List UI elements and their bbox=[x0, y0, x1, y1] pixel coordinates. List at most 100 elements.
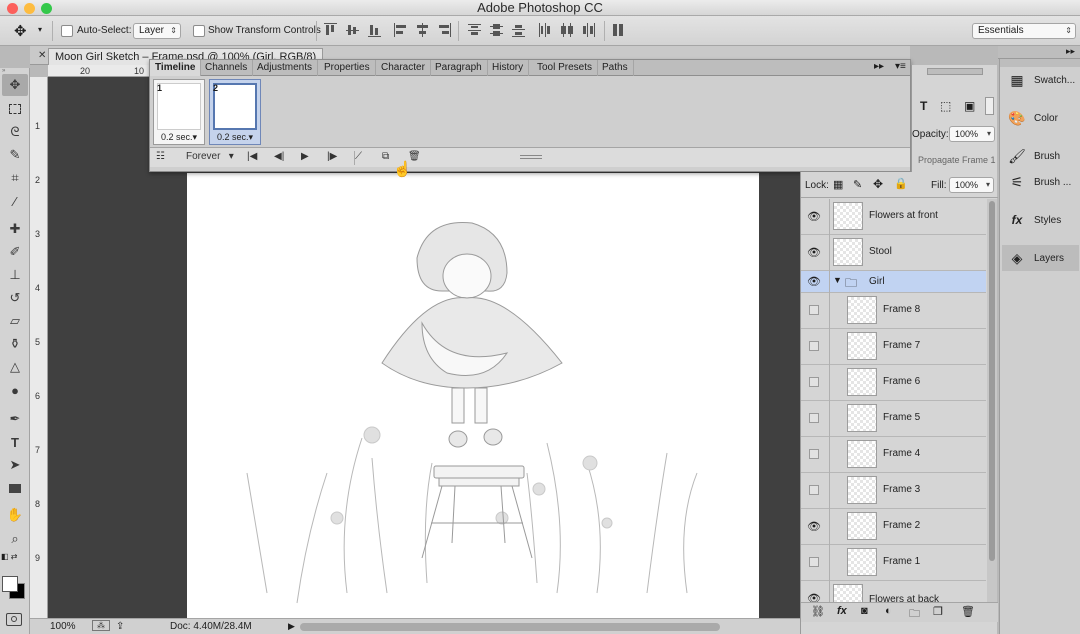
visibility-toggle[interactable] bbox=[809, 305, 819, 315]
next-frame-button[interactable]: |▶ bbox=[327, 151, 337, 162]
history-brush-tool-icon[interactable]: ↺ bbox=[2, 287, 28, 309]
tool-preset-dropdown[interactable]: ▾ bbox=[38, 25, 42, 34]
dock-swatches[interactable]: ▦ Swatch... bbox=[1002, 67, 1079, 93]
lock-transparent-pixels-icon[interactable]: ▦ bbox=[833, 178, 843, 191]
distribute-right-icon[interactable] bbox=[582, 23, 595, 37]
tab-properties[interactable]: Properties bbox=[319, 60, 376, 76]
distribute-horizontal-centers-icon[interactable] bbox=[560, 23, 573, 37]
minimize-window-button[interactable] bbox=[24, 3, 35, 14]
panel-menu-icon[interactable]: ▾≡ bbox=[895, 61, 906, 72]
propagate-frame-label[interactable]: Propagate Frame 1 bbox=[918, 155, 996, 165]
group-expand-icon[interactable]: ▼ bbox=[833, 275, 842, 285]
distribute-bottom-icon[interactable] bbox=[512, 23, 525, 37]
panel-collapse-icon[interactable]: ▸▸ bbox=[874, 61, 884, 72]
blur-tool-icon[interactable]: △ bbox=[2, 356, 28, 378]
adjustment-layer-icon[interactable]: ◐ bbox=[885, 605, 892, 617]
visibility-toggle[interactable] bbox=[809, 341, 819, 351]
lock-image-pixels-icon[interactable]: ✎ bbox=[853, 178, 862, 191]
lock-position-icon[interactable]: ✥ bbox=[873, 177, 883, 191]
align-top-edges-icon[interactable] bbox=[324, 23, 337, 37]
cloud-icon[interactable]: ⁂ bbox=[92, 620, 110, 631]
tab-paragraph[interactable]: Paragraph bbox=[430, 60, 488, 76]
new-group-icon[interactable]: 🗀 bbox=[909, 605, 920, 624]
visibility-toggle[interactable] bbox=[809, 377, 819, 387]
visibility-eye-icon[interactable]: 👁 bbox=[807, 520, 821, 533]
align-vertical-centers-icon[interactable] bbox=[346, 23, 359, 37]
dodge-tool-icon[interactable]: ● bbox=[2, 379, 28, 401]
visibility-toggle[interactable] bbox=[809, 413, 819, 423]
quick-mask-icon[interactable] bbox=[6, 613, 22, 626]
document-canvas[interactable] bbox=[187, 173, 759, 618]
visibility-toggle[interactable] bbox=[809, 557, 819, 567]
workspace-select[interactable]: Essentials ⇕ bbox=[972, 23, 1076, 39]
auto-select-target-select[interactable]: Layer ⇕ bbox=[133, 23, 181, 39]
visibility-eye-icon[interactable]: 👁 bbox=[807, 246, 821, 259]
foreground-color-swatch[interactable] bbox=[2, 576, 18, 592]
loop-options-select[interactable]: Forever ▾ bbox=[186, 151, 234, 162]
align-bottom-edges-icon[interactable] bbox=[368, 23, 381, 37]
auto-select-checkbox[interactable] bbox=[61, 25, 73, 37]
filter-shape-icon[interactable]: ⬚ bbox=[940, 99, 951, 113]
auto-align-layers-icon[interactable] bbox=[612, 23, 625, 37]
show-transform-controls-checkbox[interactable] bbox=[193, 25, 205, 37]
play-button[interactable]: ▶ bbox=[301, 151, 309, 162]
tab-adjustments[interactable]: Adjustments bbox=[252, 60, 319, 76]
export-icon[interactable]: ⇪ bbox=[116, 619, 124, 634]
dock-brush-presets[interactable]: ⚟ Brush ... bbox=[1002, 169, 1079, 195]
tab-channels[interactable]: Channels bbox=[200, 60, 254, 76]
layer-style-fx-icon[interactable]: fx bbox=[837, 605, 847, 617]
brush-tool-icon[interactable]: ✐ bbox=[2, 241, 28, 263]
frame-delay[interactable]: 0.2 sec.▾ bbox=[154, 132, 204, 143]
distribute-top-icon[interactable] bbox=[468, 23, 481, 37]
zoom-window-button[interactable] bbox=[41, 3, 52, 14]
distribute-left-icon[interactable] bbox=[538, 23, 551, 37]
delete-layer-icon[interactable]: 🗑 bbox=[961, 605, 975, 618]
duplicate-frame-icon[interactable]: ⧉ bbox=[382, 151, 389, 162]
eraser-tool-icon[interactable]: ▱ bbox=[2, 310, 28, 332]
tab-paths[interactable]: Paths bbox=[597, 60, 634, 76]
tab-tool-presets[interactable]: Tool Presets bbox=[532, 60, 599, 76]
dock-styles[interactable]: fx Styles bbox=[1002, 207, 1079, 233]
visibility-eye-icon[interactable]: 👁 bbox=[807, 275, 821, 288]
filter-type-icon[interactable]: T bbox=[920, 99, 927, 113]
link-layers-icon[interactable]: ⛓ bbox=[811, 605, 825, 618]
dock-color[interactable]: 🎨 Color bbox=[1002, 105, 1079, 131]
dock-menu-icon[interactable]: ▸▸ bbox=[1066, 46, 1075, 57]
previous-frame-button[interactable]: ◀| bbox=[274, 151, 284, 162]
tab-character[interactable]: Character bbox=[376, 60, 431, 76]
status-menu-arrow[interactable]: ▶ bbox=[288, 619, 295, 634]
tab-timeline[interactable]: Timeline bbox=[150, 60, 202, 76]
zoom-tool-icon[interactable]: ⌕ bbox=[2, 528, 28, 550]
layers-scrollbar[interactable] bbox=[987, 199, 997, 603]
eyedropper-tool-icon[interactable]: ⁄ bbox=[2, 190, 28, 212]
panel-resize-grip[interactable] bbox=[520, 155, 542, 159]
close-document-icon[interactable]: ✕ bbox=[38, 50, 46, 61]
visibility-toggle[interactable] bbox=[809, 449, 819, 459]
paint-bucket-tool-icon[interactable]: ⚱ bbox=[2, 333, 28, 355]
visibility-toggle[interactable] bbox=[809, 485, 819, 495]
animation-frame-2[interactable]: 2 0.2 sec.▾ bbox=[209, 79, 261, 145]
path-selection-tool-icon[interactable]: ➤ bbox=[2, 454, 28, 476]
dock-layers[interactable]: ◈ Layers bbox=[1002, 245, 1079, 271]
filter-smart-object-icon[interactable]: ▣ bbox=[964, 99, 975, 113]
convert-to-video-timeline-icon[interactable]: ☷ bbox=[156, 151, 165, 162]
new-layer-icon[interactable]: ❐ bbox=[933, 605, 943, 618]
animation-frame-1[interactable]: 1 0.2 sec.▾ bbox=[153, 79, 205, 145]
add-mask-icon[interactable]: ◙ bbox=[861, 605, 868, 617]
fill-input[interactable]: 100% ▾ bbox=[949, 177, 994, 193]
align-horizontal-centers-icon[interactable] bbox=[416, 23, 429, 37]
first-frame-button[interactable]: |◀ bbox=[247, 151, 257, 162]
marquee-tool-icon[interactable] bbox=[2, 98, 28, 120]
clone-stamp-tool-icon[interactable]: ⊥ bbox=[2, 264, 28, 286]
close-window-button[interactable] bbox=[7, 3, 18, 14]
quick-selection-tool-icon[interactable]: ✎ bbox=[2, 144, 28, 166]
hand-tool-icon[interactable]: ✋ bbox=[2, 504, 28, 526]
move-tool-icon[interactable]: ✥ bbox=[2, 74, 28, 96]
rectangle-tool-icon[interactable] bbox=[2, 477, 28, 499]
type-tool-icon[interactable]: T bbox=[2, 431, 28, 453]
zoom-level[interactable]: 100% bbox=[50, 619, 76, 634]
healing-brush-tool-icon[interactable]: ✚ bbox=[2, 218, 28, 240]
swap-colors-icon[interactable]: ◧ ⇄ bbox=[1, 552, 29, 564]
lock-all-icon[interactable]: 🔒 bbox=[894, 177, 908, 190]
opacity-input[interactable]: 100% ▾ bbox=[949, 126, 995, 142]
